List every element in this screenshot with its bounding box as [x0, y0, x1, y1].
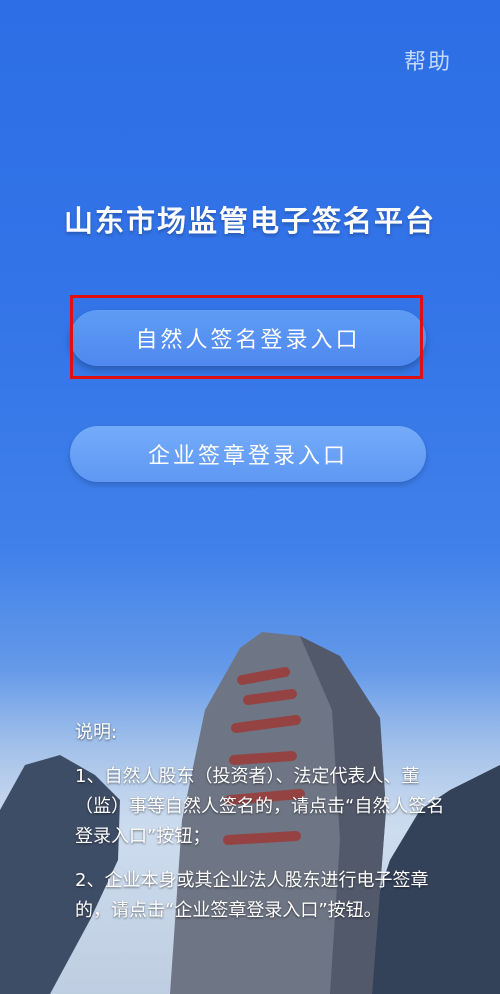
instructions-heading: 说明: — [75, 722, 118, 743]
page-title: 山东市场监管电子签名平台 — [63, 204, 436, 238]
instruction-item-1: 1、自然人股东（投资者）、法定代表人、董（监）事等自然人签名的，请点击“自然人签… — [75, 766, 445, 847]
instruction-item-2: 2、企业本身或其企业法人股东进行电子签章的，请点击“企业签章登录入口”按钮。 — [75, 870, 429, 921]
enterprise-login-button[interactable]: 企业签章登录入口 — [70, 426, 426, 482]
help-button[interactable]: 帮助 — [404, 44, 452, 76]
highlight-box — [70, 295, 423, 379]
instructions: 说明: 1、自然人股东（投资者）、法定代表人、董（监）事等自然人签名的，请点击“… — [75, 718, 455, 940]
